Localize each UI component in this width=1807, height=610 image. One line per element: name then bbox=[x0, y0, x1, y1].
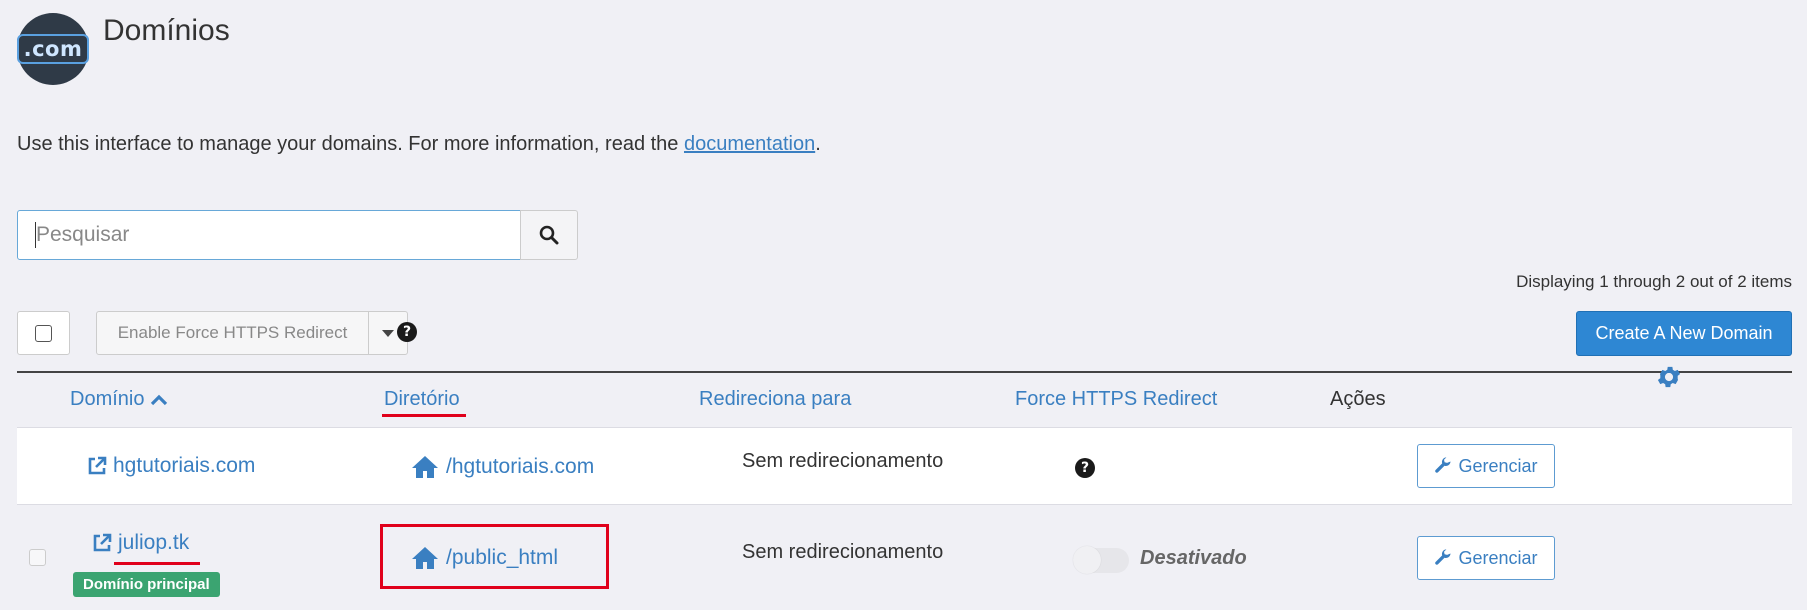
text-cursor bbox=[35, 222, 36, 248]
home-icon bbox=[412, 547, 438, 569]
domain-highlight-underline bbox=[114, 562, 200, 565]
question-circle-icon[interactable]: ? bbox=[1075, 458, 1095, 478]
search-icon bbox=[539, 225, 559, 245]
manage-button-label: Gerenciar bbox=[1458, 547, 1538, 568]
intro-text: Use this interface to manage your domain… bbox=[17, 133, 821, 156]
chevron-up-icon bbox=[151, 394, 168, 405]
intro-suffix: . bbox=[815, 133, 821, 155]
primary-domain-badge: Domínio principal bbox=[73, 572, 220, 597]
column-header-force-https[interactable]: Force HTTPS Redirect bbox=[1015, 388, 1217, 411]
select-all-checkbox[interactable] bbox=[17, 311, 70, 355]
manage-button-label: Gerenciar bbox=[1458, 455, 1538, 476]
force-https-bulk-button[interactable]: Enable Force HTTPS Redirect bbox=[96, 311, 369, 355]
domain-name: hgtutoriais.com bbox=[113, 454, 256, 477]
directory-link-hgtutoriais[interactable]: /hgtutoriais.com bbox=[410, 454, 594, 480]
domain-name: juliop.tk bbox=[118, 531, 190, 554]
redirect-value: Sem redirecionamento bbox=[742, 450, 944, 472]
column-header-directory[interactable]: Diretório bbox=[384, 388, 460, 411]
domains-logo: .com bbox=[16, 13, 90, 85]
home-icon bbox=[412, 456, 438, 478]
toggle-knob bbox=[1073, 546, 1101, 574]
column-header-actions: Ações bbox=[1330, 388, 1386, 410]
caret-down-icon bbox=[382, 329, 394, 337]
directory-path: /hgtutoriais.com bbox=[446, 455, 595, 478]
question-circle-icon[interactable]: ? bbox=[397, 322, 417, 342]
create-domain-button[interactable]: Create A New Domain bbox=[1576, 311, 1792, 356]
search-input[interactable] bbox=[17, 210, 521, 260]
page-title: Domínios bbox=[103, 14, 230, 47]
search-button[interactable] bbox=[520, 210, 578, 260]
column-header-domain-label: Domínio bbox=[70, 388, 145, 410]
domain-link-hgtutoriais[interactable]: hgtutoriais.com bbox=[87, 454, 255, 478]
row-checkbox[interactable] bbox=[29, 549, 46, 566]
directory-header-highlight bbox=[382, 414, 466, 417]
directory-link-public-html[interactable]: /public_html bbox=[410, 545, 558, 571]
directory-path: /public_html bbox=[446, 546, 559, 569]
gear-icon[interactable] bbox=[1655, 363, 1683, 391]
domain-link-juliop[interactable]: juliop.tk bbox=[92, 531, 189, 555]
column-header-redirect[interactable]: Redireciona para bbox=[699, 388, 851, 411]
external-link-icon bbox=[88, 456, 107, 475]
manage-button[interactable]: Gerenciar bbox=[1417, 536, 1555, 580]
wrench-icon bbox=[1435, 549, 1451, 565]
table-header-border bbox=[17, 371, 1792, 373]
external-link-icon bbox=[93, 533, 112, 552]
intro-body: Use this interface to manage your domain… bbox=[17, 133, 684, 155]
logo-text: .com bbox=[16, 34, 90, 64]
column-header-domain[interactable]: Domínio bbox=[70, 388, 168, 411]
checkbox-box bbox=[35, 324, 52, 342]
manage-button[interactable]: Gerenciar bbox=[1417, 444, 1555, 488]
force-https-status: Desativado bbox=[1140, 547, 1247, 569]
documentation-link[interactable]: documentation bbox=[684, 133, 815, 155]
wrench-icon bbox=[1435, 457, 1451, 473]
pagination-summary: Displaying 1 through 2 out of 2 items bbox=[1516, 272, 1792, 291]
redirect-value: Sem redirecionamento bbox=[742, 541, 944, 563]
